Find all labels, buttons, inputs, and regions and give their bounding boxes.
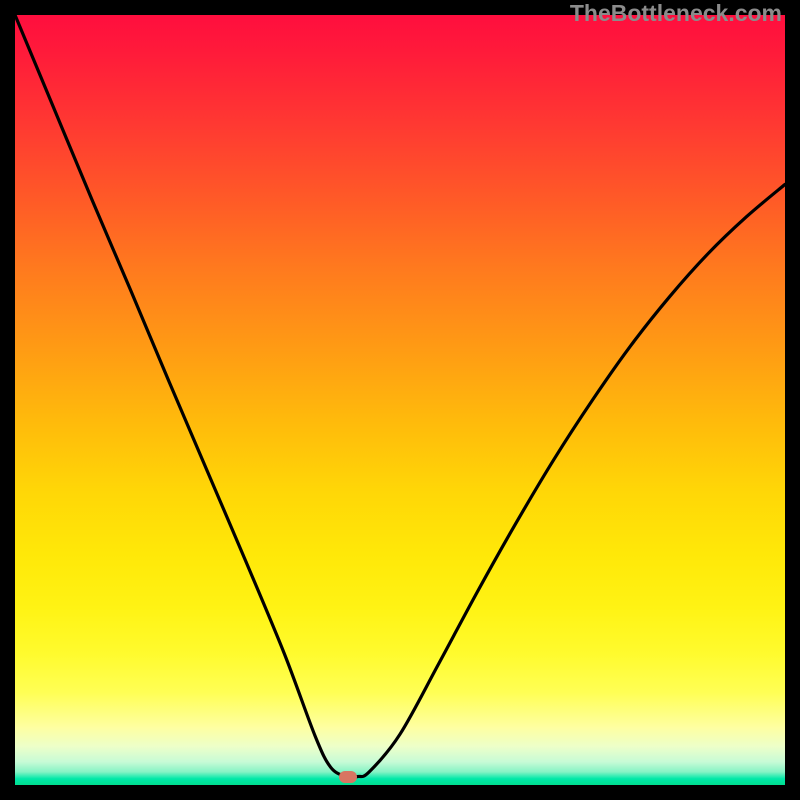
plot-area	[15, 15, 785, 785]
optimal-point-marker	[339, 771, 357, 783]
bottleneck-curve	[15, 15, 785, 785]
watermark-text: TheBottleneck.com	[570, 0, 782, 27]
chart-frame: TheBottleneck.com	[0, 0, 800, 800]
